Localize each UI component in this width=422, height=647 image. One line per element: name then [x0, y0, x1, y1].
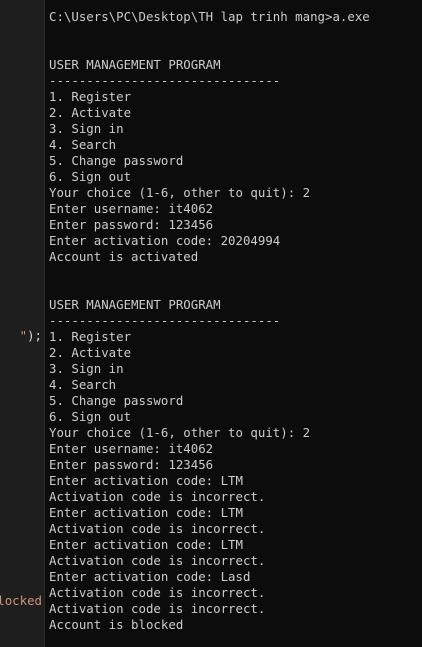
terminal-line: USER MANAGEMENT PROGRAM — [49, 297, 221, 312]
terminal-line: 5. Change password — [49, 153, 184, 168]
terminal-line: 6. Sign out — [49, 409, 132, 424]
terminal-line: Account is blocked — [49, 617, 184, 632]
terminal-line: Enter activation code: LTM — [49, 505, 243, 520]
terminal-line: ------------------------------- — [49, 73, 281, 88]
terminal-line: 3. Sign in — [49, 121, 124, 136]
terminal-line: Enter username: it4062 — [49, 201, 214, 216]
terminal-line: C:\Users\PC\Desktop\TH lap trinh mang>a.… — [49, 9, 370, 24]
code-editor-panel[interactable]: "); locked — [0, 0, 45, 647]
terminal-line: Activation code is incorrect. — [49, 585, 266, 600]
terminal-line: 2. Activate — [49, 345, 132, 360]
terminal-line: Enter activation code: LTM — [49, 473, 243, 488]
terminal-line: 4. Search — [49, 377, 117, 392]
terminal-line: Activation code is incorrect. — [49, 553, 266, 568]
terminal-output[interactable]: C:\Users\PC\Desktop\TH lap trinh mang>a.… — [49, 9, 419, 633]
editor-code-fragment: locked — [0, 593, 42, 608]
editor-code-fragment: "); — [20, 328, 42, 344]
terminal-line: 6. Sign out — [49, 169, 132, 184]
terminal-line: Enter activation code: 20204994 — [49, 233, 281, 248]
terminal-line: 3. Sign in — [49, 361, 124, 376]
editor-string-quote: " — [19, 328, 28, 343]
terminal-line: 1. Register — [49, 89, 132, 104]
terminal-line: Activation code is incorrect. — [49, 521, 266, 536]
terminal-line: USER MANAGEMENT PROGRAM — [49, 57, 221, 72]
terminal-line: Enter username: it4062 — [49, 441, 214, 456]
terminal-line: 5. Change password — [49, 393, 184, 408]
terminal-line: 4. Search — [49, 137, 117, 152]
editor-punctuation: ); — [27, 328, 42, 343]
terminal-line: ------------------------------- — [49, 313, 281, 328]
terminal-line: 2. Activate — [49, 105, 132, 120]
terminal-line: Enter password: 123456 — [49, 217, 214, 232]
terminal-line: Enter activation code: Lasd — [49, 569, 251, 584]
terminal-line: Activation code is incorrect. — [49, 601, 266, 616]
terminal-line: Activation code is incorrect. — [49, 489, 266, 504]
terminal-line: Your choice (1-6, other to quit): 2 — [49, 425, 311, 440]
screen: "); locked C:\Users\PC\Desktop\TH lap tr… — [0, 0, 422, 647]
terminal-line: 1. Register — [49, 329, 132, 344]
terminal-line: Enter activation code: LTM — [49, 537, 243, 552]
terminal-line: Account is activated — [49, 249, 199, 264]
terminal-line: Your choice (1-6, other to quit): 2 — [49, 185, 311, 200]
terminal-line: Enter password: 123456 — [49, 457, 214, 472]
